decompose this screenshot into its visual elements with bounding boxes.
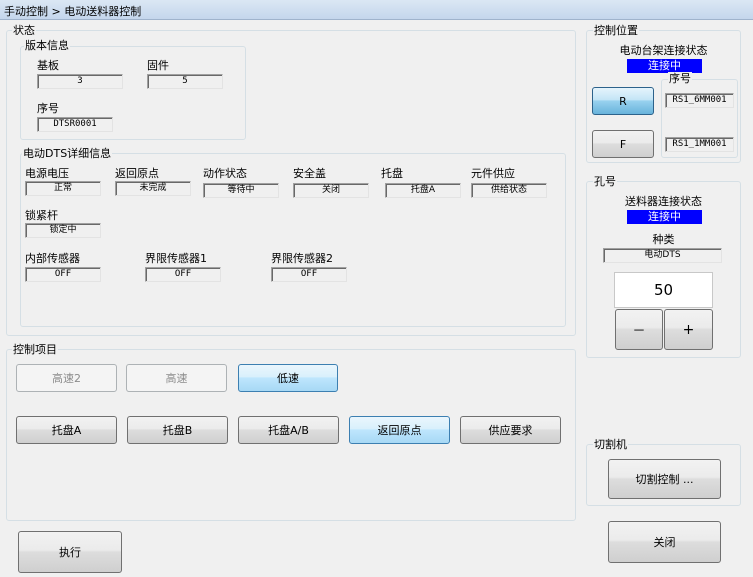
supply-request-button[interactable]: 供应要求 [460, 416, 561, 444]
type-label: 种类 [652, 233, 675, 246]
tray-ab-button[interactable]: 托盘A/B [238, 416, 339, 444]
control-items-label: 控制项目 [12, 343, 58, 356]
version-group-label: 版本信息 [24, 39, 70, 52]
f-serial-value: RS1_1MM001 [665, 137, 734, 152]
high-speed-button[interactable]: 高速 [126, 364, 227, 392]
increment-button[interactable]: + [664, 309, 713, 350]
high-speed-2-button[interactable]: 高速2 [16, 364, 117, 392]
home-return-label: 返回原点 [115, 167, 159, 180]
r-serial-value: RS1_6MM001 [665, 93, 734, 108]
limit-sensor-2-value: OFF [271, 267, 347, 282]
status-group-label: 状态 [12, 24, 36, 37]
close-button[interactable]: 关闭 [608, 521, 721, 563]
feeder-conn-status: 连接中 [627, 210, 702, 224]
hole-group-label: 孔号 [593, 175, 617, 188]
home-return-value: 未完成 [115, 181, 191, 196]
limit-sensor-1-label: 界限传感器1 [145, 252, 207, 265]
board-label: 基板 [37, 59, 59, 72]
stand-conn-status: 连接中 [627, 59, 702, 73]
f-button[interactable]: F [592, 130, 654, 158]
component-supply-label: 元件供应 [471, 167, 515, 180]
tray-value: 托盘A [385, 183, 461, 198]
component-supply-value: 供给状态 [471, 183, 547, 198]
power-voltage-label: 电源电压 [25, 167, 69, 180]
cutter-group-label: 切割机 [593, 438, 628, 451]
limit-sensor-2-label: 界限传感器2 [271, 252, 333, 265]
serial-label: 序号 [37, 102, 59, 115]
firmware-label: 固件 [147, 59, 169, 72]
safety-cover-label: 安全盖 [293, 167, 326, 180]
feeder-conn-label: 送料器连接状态 [625, 195, 702, 208]
power-voltage-value: 正常 [25, 181, 101, 196]
action-status-value: 等待中 [203, 183, 279, 198]
action-status-label: 动作状态 [203, 167, 247, 180]
execute-button[interactable]: 执行 [18, 531, 122, 573]
low-speed-button[interactable]: 低速 [238, 364, 338, 392]
return-home-button[interactable]: 返回原点 [349, 416, 450, 444]
serial-group-label: 序号 [668, 72, 692, 85]
board-value: 3 [37, 74, 123, 89]
tray-a-button[interactable]: 托盘A [16, 416, 117, 444]
tray-b-button[interactable]: 托盘B [127, 416, 228, 444]
dts-detail-label: 电动DTS详细信息 [22, 147, 113, 160]
decrement-button[interactable]: － [615, 309, 663, 350]
internal-sensor-label: 内部传感器 [25, 252, 80, 265]
r-button[interactable]: R [592, 87, 654, 115]
cutter-control-button[interactable]: 切割控制 ... [608, 459, 721, 499]
lock-lever-label: 锁紧杆 [25, 209, 58, 222]
firmware-value: 5 [147, 74, 223, 89]
hole-number-value: 50 [614, 272, 713, 308]
tray-label: 托盘 [381, 167, 403, 180]
internal-sensor-value: OFF [25, 267, 101, 282]
serial-value: DTSR0001 [37, 117, 113, 132]
safety-cover-value: 关闭 [293, 183, 369, 198]
breadcrumb: 手动控制 > 电动送料器控制 [0, 0, 753, 20]
stand-conn-label: 电动台架连接状态 [619, 44, 708, 57]
lock-lever-value: 锁定中 [25, 223, 101, 238]
type-value: 电动DTS [603, 248, 722, 263]
control-position-label: 控制位置 [593, 24, 639, 37]
limit-sensor-1-value: OFF [145, 267, 221, 282]
